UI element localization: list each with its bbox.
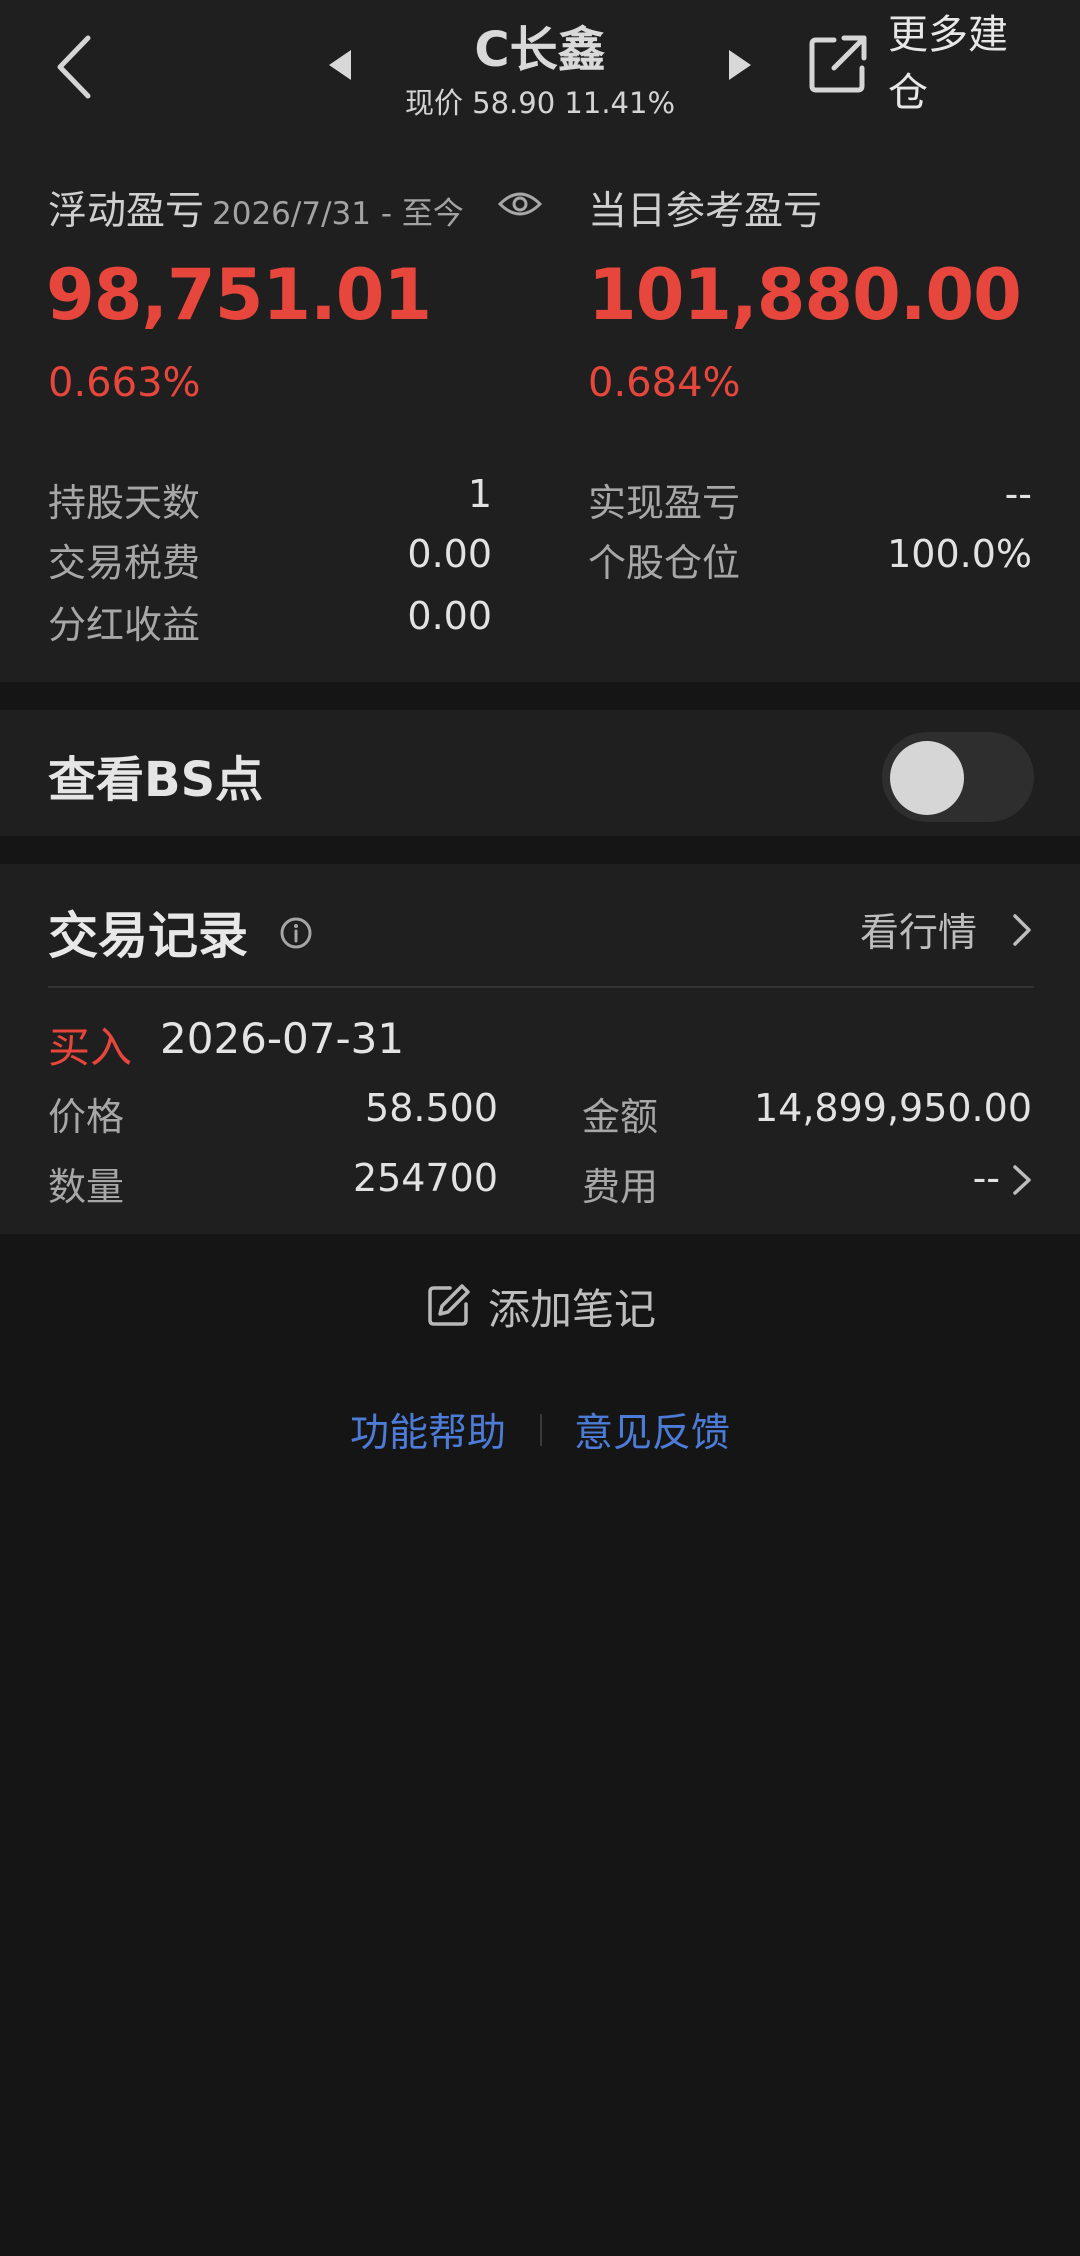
- help-link[interactable]: 功能帮助: [350, 1402, 506, 1458]
- info-icon[interactable]: [279, 916, 313, 950]
- trade-records-card: 交易记录 看行情 买入 2026-07-31 价格 58.500 金额 14,8…: [0, 864, 1080, 1234]
- position-ratio-label: 个股仓位: [588, 541, 741, 585]
- holding-days-label: 持股天数: [48, 481, 201, 525]
- external-link-icon[interactable]: [806, 32, 870, 96]
- floating-profit-value: 98,751.01: [46, 254, 432, 336]
- add-note-label: 添加笔记: [488, 1285, 657, 1334]
- feedback-link[interactable]: 意见反馈: [574, 1402, 730, 1458]
- more-build-button[interactable]: 更多建仓: [888, 6, 1038, 122]
- trade-date: 2026-07-31: [160, 1014, 405, 1063]
- quantity-label: 数量: [48, 1165, 125, 1209]
- position-ratio-value: 100.0%: [887, 532, 1032, 576]
- floating-profit-date: 2026/7/31 - 至今: [212, 196, 464, 232]
- chevron-right-icon[interactable]: [1012, 913, 1032, 947]
- dividend-value: 0.00: [407, 594, 492, 638]
- toggle-knob: [890, 741, 964, 815]
- bs-point-card: 查看BS点: [0, 710, 1080, 836]
- holding-days-value: 1: [467, 472, 492, 516]
- amount-value: 14,899,950.00: [753, 1086, 1032, 1130]
- view-market-link[interactable]: 看行情: [860, 902, 977, 958]
- floating-profit-label: 浮动盈亏 2026/7/31 - 至今: [48, 180, 464, 236]
- bs-point-toggle[interactable]: [882, 732, 1034, 822]
- amount-label: 金额: [582, 1095, 659, 1139]
- fee-value[interactable]: --: [800, 1156, 1000, 1200]
- bs-point-label: 查看BS点: [48, 752, 264, 808]
- trade-tax-value: 0.00: [407, 532, 492, 576]
- next-stock-icon[interactable]: [725, 48, 755, 82]
- link-separator: [540, 1414, 542, 1446]
- price-value: 58.500: [365, 1086, 498, 1130]
- trade-tax-label: 交易税费: [48, 541, 201, 585]
- current-price: 现价 58.90 11.41%: [404, 86, 676, 120]
- edit-note-icon: [428, 1284, 470, 1326]
- eye-icon[interactable]: [498, 190, 542, 218]
- trade-side-badge: 买入: [48, 1023, 133, 1072]
- dividend-label: 分红收益: [48, 603, 201, 647]
- fee-label: 费用: [582, 1165, 659, 1209]
- realized-profit-value: --: [1004, 472, 1032, 516]
- trade-records-title: 交易记录: [48, 907, 248, 965]
- realized-profit-label: 实现盈亏: [588, 481, 741, 525]
- quantity-value: 254700: [352, 1156, 498, 1200]
- profit-summary-card: 浮动盈亏 2026/7/31 - 至今 当日参考盈亏 98,751.01 101,…: [0, 134, 1080, 682]
- top-bar: C长鑫 现价 58.90 11.41% 更多建仓: [0, 0, 1080, 134]
- price-label: 价格: [48, 1095, 125, 1139]
- back-arrow-icon[interactable]: [52, 32, 96, 102]
- floating-profit-percent: 0.663%: [48, 360, 201, 406]
- daily-profit-value: 101,880.00: [588, 254, 1022, 336]
- floating-profit-title: 浮动盈亏: [48, 189, 205, 234]
- daily-profit-percent: 0.684%: [588, 360, 741, 406]
- daily-profit-label: 当日参考盈亏: [588, 189, 823, 234]
- divider: [48, 986, 1034, 988]
- fee-chevron-right-icon[interactable]: [1012, 1164, 1032, 1196]
- stock-name: C长鑫: [474, 22, 606, 78]
